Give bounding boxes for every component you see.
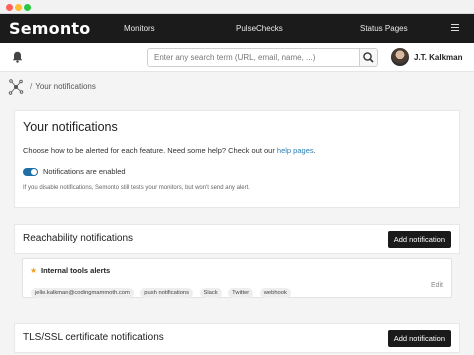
edit-notification-link[interactable]: Edit [431,282,443,289]
channel-tag: jelle.kalkman@codingmammoth.com [31,288,134,298]
search-icon [363,52,374,63]
window-maximize-button[interactable] [24,4,31,11]
page-title: Your notifications [23,120,118,134]
ssl-section-header: TLS/SSL certificate notifications Add no… [14,323,460,353]
notification-name: Internal tools alerts [41,266,111,275]
search-button[interactable] [359,48,378,67]
header-bar: J.T. Kalkman [0,43,474,72]
channel-tag: Slack [199,288,222,298]
nav-monitors[interactable]: Monitors [124,24,155,33]
help-pages-link[interactable]: help pages [277,146,314,155]
intro-text: Choose how to be alerted for each featur… [23,146,316,155]
channel-tag: Twitter [228,288,254,298]
window-minimize-button[interactable] [15,4,22,11]
notification-item[interactable]: ★ Internal tools alerts jelle.kalkman@co… [22,258,452,298]
ssl-title: TLS/SSL certificate notifications [23,332,164,343]
notification-channels: jelle.kalkman@codingmammoth.com push not… [31,281,293,299]
search-input[interactable] [147,48,360,67]
nav-pulsechecks[interactable]: PulseChecks [236,24,283,33]
breadcrumb-current: Your notifications [35,82,96,91]
breadcrumb-separator: / [30,82,33,91]
window-titlebar [0,0,474,14]
nav-status-pages[interactable]: Status Pages [360,24,408,33]
breadcrumb: / Your notifications [30,82,96,91]
window-close-button[interactable] [6,4,13,11]
reachability-title: Reachability notifications [23,233,134,244]
network-home-icon[interactable] [8,78,24,96]
star-icon: ★ [30,266,38,275]
hamburger-menu-icon[interactable] [451,24,459,31]
notifications-toggle-label: Notifications are enabled [43,167,126,176]
channel-tag: push notifications [140,288,194,298]
bell-icon[interactable] [12,51,23,63]
user-name[interactable]: J.T. Kalkman [414,53,462,62]
page-content: / Your notifications Your notifications C… [0,72,474,355]
channel-tag: webhook [259,288,291,298]
add-ssl-notification-button[interactable]: Add notification [387,330,451,347]
reachability-section-header: Reachability notifications Add notificat… [14,224,460,254]
user-avatar[interactable] [391,48,409,66]
notifications-toggle[interactable] [23,168,38,176]
top-navigation: Semonto Monitors PulseChecks Status Page… [0,14,474,43]
semonto-logo[interactable]: Semonto [9,19,90,38]
notifications-settings-card: Your notifications Choose how to be aler… [14,110,460,208]
notifications-hint: If you disable notifications, Semonto st… [23,185,250,191]
add-reachability-notification-button[interactable]: Add notification [387,231,451,248]
